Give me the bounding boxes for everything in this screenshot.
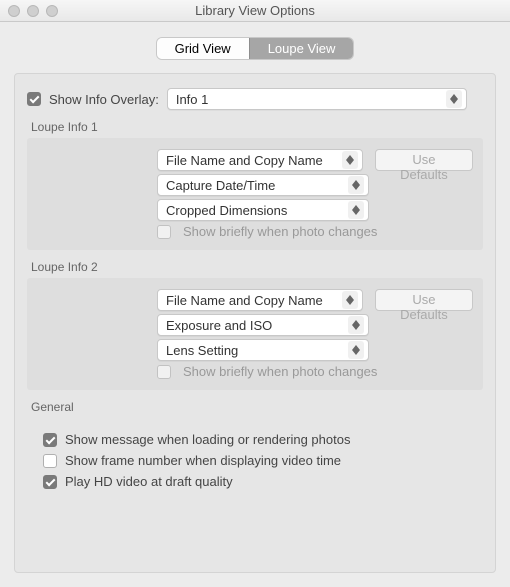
loupe1-row2-select[interactable]: Capture Date/Time bbox=[157, 174, 369, 196]
info-overlay-select[interactable]: Info 1 bbox=[167, 88, 467, 110]
show-frame-number-checkbox[interactable] bbox=[43, 454, 57, 468]
view-tabs: Grid View Loupe View bbox=[14, 38, 496, 59]
stepper-icon bbox=[342, 291, 358, 309]
loupe2-briefly-label: Show briefly when photo changes bbox=[183, 364, 377, 379]
general-group: Show message when loading or rendering p… bbox=[27, 418, 483, 503]
stepper-icon bbox=[342, 151, 358, 169]
options-panel: Show Info Overlay: Info 1 Loupe Info 1 F… bbox=[14, 73, 496, 573]
play-hd-draft-label: Play HD video at draft quality bbox=[65, 474, 233, 489]
loupe-info-2-group: File Name and Copy Name Use Defaults Exp… bbox=[27, 278, 483, 390]
show-message-label: Show message when loading or rendering p… bbox=[65, 432, 350, 447]
show-info-overlay-checkbox[interactable] bbox=[27, 92, 41, 106]
window-titlebar: Library View Options bbox=[0, 0, 510, 22]
loupe1-briefly-checkbox[interactable] bbox=[157, 225, 171, 239]
window-title: Library View Options bbox=[0, 3, 510, 18]
loupe1-row1-select[interactable]: File Name and Copy Name bbox=[157, 149, 363, 171]
play-hd-draft-checkbox[interactable] bbox=[43, 475, 57, 489]
loupe-info-2-title: Loupe Info 2 bbox=[31, 260, 483, 274]
loupe1-briefly-label: Show briefly when photo changes bbox=[183, 224, 377, 239]
loupe1-use-defaults-button[interactable]: Use Defaults bbox=[375, 149, 473, 171]
stepper-icon bbox=[348, 316, 364, 334]
general-title: General bbox=[31, 400, 483, 414]
show-info-overlay-label: Show Info Overlay: bbox=[49, 92, 159, 107]
loupe2-row3-select[interactable]: Lens Setting bbox=[157, 339, 369, 361]
tab-grid-view[interactable]: Grid View bbox=[157, 38, 249, 59]
stepper-icon bbox=[348, 341, 364, 359]
stepper-icon bbox=[348, 176, 364, 194]
loupe-info-1-group: File Name and Copy Name Use Defaults Cap… bbox=[27, 138, 483, 250]
loupe2-use-defaults-button[interactable]: Use Defaults bbox=[375, 289, 473, 311]
tab-loupe-view[interactable]: Loupe View bbox=[249, 38, 354, 59]
stepper-icon bbox=[446, 90, 462, 108]
loupe1-row3-select[interactable]: Cropped Dimensions bbox=[157, 199, 369, 221]
loupe2-row1-select[interactable]: File Name and Copy Name bbox=[157, 289, 363, 311]
loupe-info-1-title: Loupe Info 1 bbox=[31, 120, 483, 134]
show-frame-number-label: Show frame number when displaying video … bbox=[65, 453, 341, 468]
stepper-icon bbox=[348, 201, 364, 219]
show-message-checkbox[interactable] bbox=[43, 433, 57, 447]
loupe2-row2-select[interactable]: Exposure and ISO bbox=[157, 314, 369, 336]
loupe2-briefly-checkbox[interactable] bbox=[157, 365, 171, 379]
